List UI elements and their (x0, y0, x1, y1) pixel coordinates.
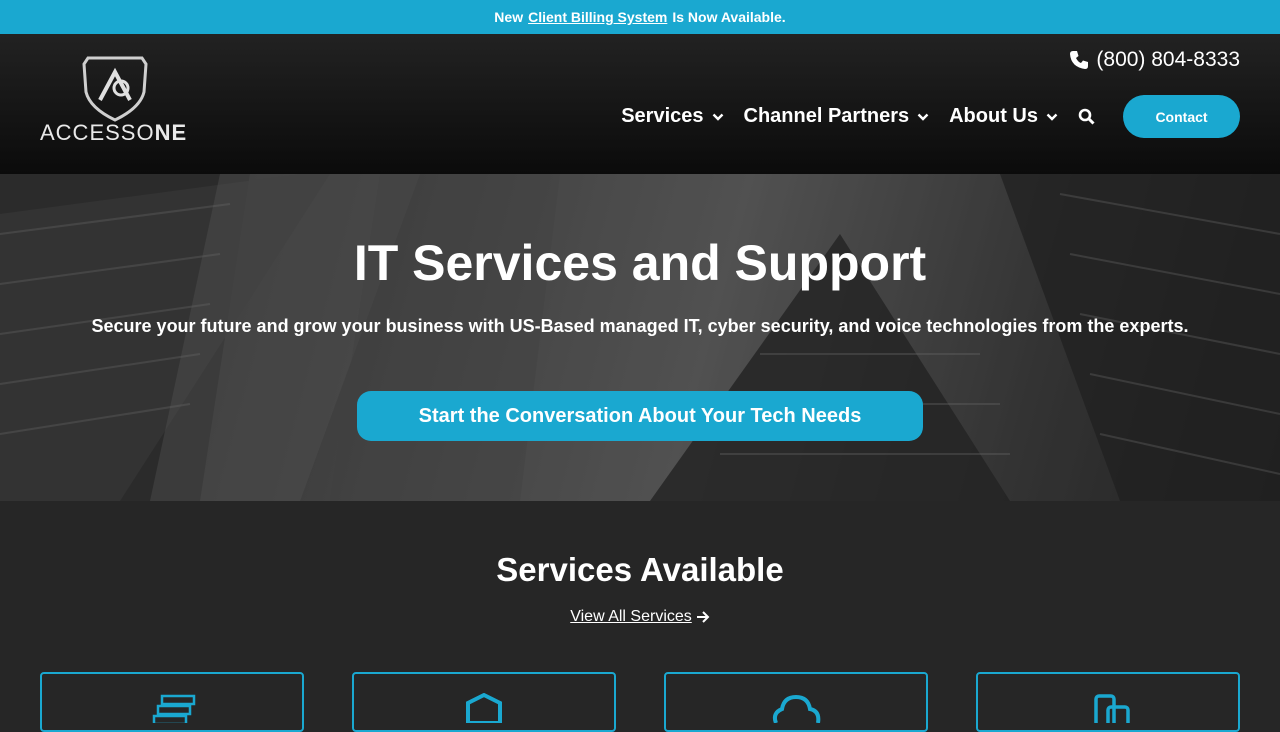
server-icon (152, 694, 196, 723)
view-all-wrapper: View All Services (0, 608, 1280, 626)
services-title: Services Available (496, 551, 784, 588)
phone-devices-icon (1094, 694, 1130, 723)
hero-title: IT Services and Support (353, 235, 927, 291)
announcement-prefix: New (494, 9, 524, 25)
start-conversation-button[interactable]: Start the Conversation About Your Tech N… (357, 391, 923, 441)
announcement-suffix: Is Now Available. (672, 9, 786, 25)
chevron-down-icon (712, 113, 723, 121)
service-card-cloud[interactable] (664, 672, 928, 732)
view-all-services-link[interactable]: View All Services (570, 608, 710, 626)
contact-button[interactable]: Contact (1123, 95, 1240, 138)
search-icon (1078, 108, 1095, 125)
logo[interactable]: ACCESSONE (40, 54, 192, 146)
nav-channel-partners[interactable]: Channel Partners (744, 105, 930, 128)
client-billing-link[interactable]: Client Billing System (528, 9, 667, 25)
nav-about-us[interactable]: About Us (949, 105, 1058, 128)
phone-icon (1070, 51, 1089, 69)
shield-check-icon (466, 693, 502, 723)
nav-channel-partners-label: Channel Partners (743, 105, 910, 127)
hero-subtitle: Secure your future and grow your busines… (91, 316, 1189, 336)
site-header: ACCESSONE (800) 804-8333 Services Channe… (0, 34, 1280, 174)
nav-about-us-label: About Us (949, 105, 1038, 127)
view-all-label: View All Services (570, 608, 692, 625)
logo-shield-icon (82, 56, 148, 122)
chevron-down-icon (1046, 113, 1058, 121)
services-section: Services Available View All Services (0, 501, 1280, 732)
service-card-servers[interactable] (40, 672, 304, 732)
logo-wordmark: ACCESSONE (40, 120, 188, 145)
cloud-icon (772, 694, 821, 723)
phone-number[interactable]: (800) 804-8333 (1069, 48, 1240, 72)
announcement-bar: New Client Billing System Is Now Availab… (0, 0, 1280, 34)
phone-text: (800) 804-8333 (1096, 48, 1240, 71)
search-button[interactable] (1078, 108, 1095, 125)
service-card-security[interactable] (352, 672, 616, 732)
hero-section: IT Services and Support Secure your futu… (0, 174, 1280, 501)
nav-services[interactable]: Services (621, 105, 723, 128)
chevron-down-icon (917, 113, 929, 121)
nav-services-label: Services (621, 105, 704, 127)
arrow-right-icon (696, 611, 710, 623)
main-nav: Services Channel Partners About Us Conta… (621, 95, 1240, 138)
service-card-voice[interactable] (976, 672, 1240, 732)
